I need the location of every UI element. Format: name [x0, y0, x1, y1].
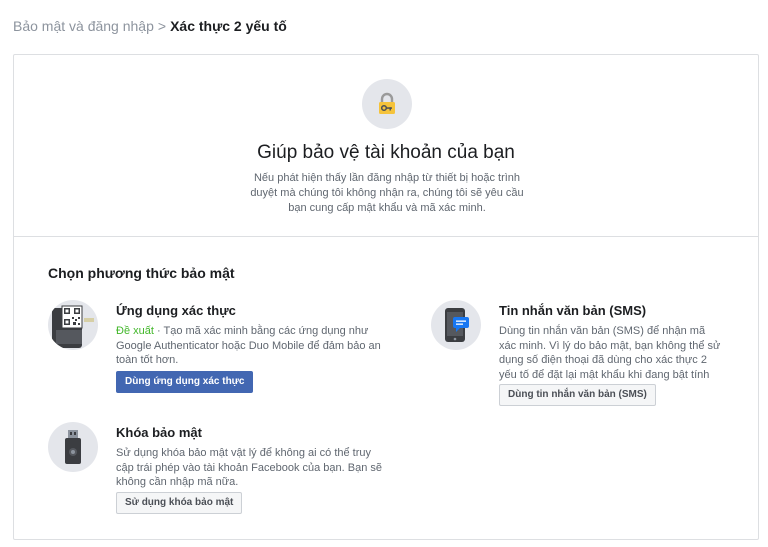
two-factor-card: Giúp bảo vệ tài khoản của bạn Nếu phát h…: [13, 54, 759, 540]
qr-phone-icon: [48, 300, 98, 350]
sms-title: Tin nhắn văn bản (SMS): [499, 303, 647, 318]
method-security-key: Khóa bảo mật Sử dụng khóa bảo mật vật lý…: [48, 422, 398, 517]
auth-app-description: Đề xuất · Tạo mã xác minh bằng các ứng d…: [116, 324, 391, 368]
breadcrumb: Bảo mật và đăng nhập > Xác thực 2 yếu tố: [13, 17, 287, 35]
breadcrumb-parent-link[interactable]: Bảo mật và đăng nhập: [13, 18, 154, 34]
lock-key-icon: [362, 79, 412, 129]
phone-message-icon: [431, 300, 481, 350]
security-key-title: Khóa bảo mật: [116, 425, 202, 440]
breadcrumb-separator: >: [157, 18, 167, 34]
usb-key-icon: [48, 422, 98, 472]
use-auth-app-button[interactable]: Dùng ứng dụng xác thực: [116, 371, 254, 393]
recommended-label: Đề xuất: [116, 325, 154, 337]
auth-app-title: Ứng dụng xác thực: [116, 303, 236, 318]
breadcrumb-current: Xác thực 2 yếu tố: [170, 18, 287, 34]
security-key-description: Sử dụng khóa bảo mật vật lý để không ai …: [116, 447, 383, 488]
auth-app-description-text: · Tạo mã xác minh bằng các ứng dụng như …: [116, 325, 381, 366]
hero-title: Giúp bảo vệ tài khoản của bạn: [257, 142, 515, 163]
use-sms-button[interactable]: Dùng tin nhắn văn bản (SMS): [499, 384, 656, 406]
hero-section: Giúp bảo vệ tài khoản của bạn Nếu phát h…: [14, 55, 758, 237]
choose-method-title: Chọn phương thức bảo mật: [48, 265, 235, 281]
hero-description: Nếu phát hiện thấy lần đăng nhập từ thiế…: [250, 172, 524, 214]
use-security-key-button[interactable]: Sử dụng khóa bảo mật: [116, 492, 243, 514]
method-sms: Tin nhắn văn bản (SMS) Dùng tin nhắn văn…: [431, 300, 751, 410]
method-auth-app: Ứng dụng xác thực Đề xuất · Tạo mã xác m…: [48, 300, 398, 395]
